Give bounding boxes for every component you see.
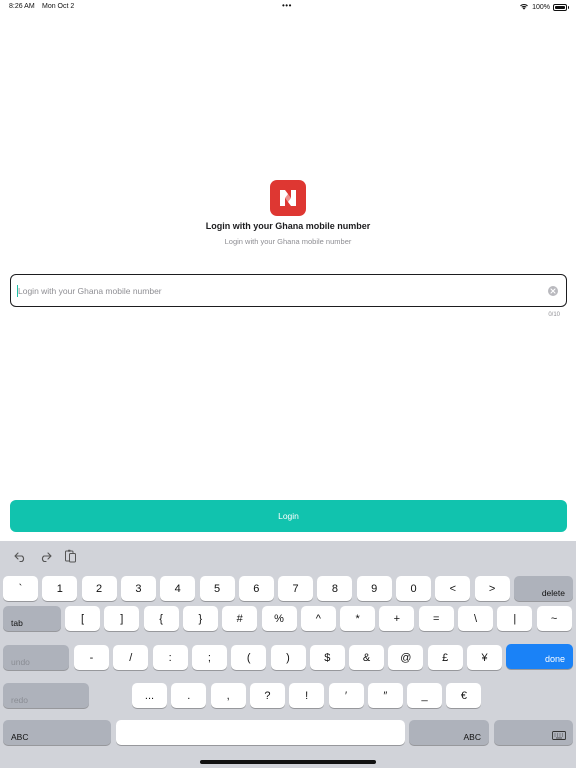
key-5-row1[interactable]: 5 [199,576,235,601]
key-0-row1[interactable]: ` [3,576,38,601]
key-10-row3[interactable]: ¥ [467,645,502,670]
status-right: 100% [519,2,569,12]
status-time: 8:26 AM [9,3,35,10]
redo-key[interactable]: redo [3,683,89,708]
key-2-row1[interactable]: 2 [81,576,117,601]
battery-percent: 100% [532,3,550,11]
home-indicator[interactable] [200,760,376,764]
key-5-row3[interactable]: ) [270,645,306,670]
key-12-row2[interactable]: ~ [536,606,572,631]
key-8-row2[interactable]: + [379,606,415,631]
key-11-row2[interactable]: | [497,606,533,631]
delete-key[interactable]: delete [514,576,573,601]
key-3-row1[interactable]: 3 [120,576,156,601]
key-1-row3[interactable]: / [113,645,149,670]
wifi-icon [519,2,529,12]
key-8-row4[interactable]: € [446,683,482,708]
character-count: 0/10 [548,312,560,318]
page-title: Login with your Ghana mobile number [205,221,371,231]
key-3-row4[interactable]: ? [249,683,285,708]
key-4-row4[interactable]: ! [289,683,325,708]
paste-icon[interactable] [63,549,77,563]
app-logo-icon [270,180,306,216]
clear-icon[interactable] [548,285,558,296]
key-10-row1[interactable]: 0 [396,576,431,601]
keyboard-toolbar [0,541,576,573]
redo-icon[interactable] [38,549,52,563]
key-2-row3[interactable]: : [152,645,188,670]
key-1-row4[interactable]: . [171,683,207,708]
key-9-row3[interactable]: £ [427,645,463,670]
abc-key-right[interactable]: ABC [409,720,489,745]
key-0-row3[interactable]: - [74,645,109,670]
multitasking-dots[interactable]: ••• [282,1,292,10]
login-button[interactable]: Login [10,500,567,532]
login-screen: 8:26 AM Mon Oct 2 ••• 100% Login with yo… [0,0,576,768]
key-1-row2[interactable]: ] [104,606,140,631]
phone-number-field[interactable] [10,274,567,307]
battery-level [555,5,565,9]
key-4-row1[interactable]: 4 [160,576,196,601]
on-screen-keyboard: ` 1 2 3 4 5 6 7 8 9 0 < > delete tab[]{} #% ^ * + = \ | ~ undo -… [0,541,576,768]
key-10-row2[interactable]: \ [458,606,493,631]
phone-number-input[interactable] [18,285,548,296]
done-key[interactable]: done [506,644,573,669]
key-9-row2[interactable]: = [418,606,454,631]
key-1-row1[interactable]: 1 [42,576,78,601]
battery-icon [553,3,569,11]
key-5-row2[interactable]: % [261,606,297,631]
key-9-row1[interactable]: 9 [356,576,392,601]
key-4-row2[interactable]: # [222,606,258,631]
space-key[interactable] [116,720,405,745]
key-5-row4[interactable]: ′ [328,683,364,708]
key-2-row4[interactable]: , [210,683,246,708]
undo-key[interactable]: undo [3,645,69,670]
key-0-row4[interactable]: ... [132,683,167,708]
key-7-row2[interactable]: * [340,606,376,631]
key-6-row3[interactable]: $ [309,645,345,670]
key-0-row2[interactable]: [ [65,606,100,631]
undo-icon[interactable] [13,549,27,563]
key-6-row1[interactable]: 6 [238,576,274,601]
key-6-row2[interactable]: ^ [300,606,336,631]
key-3-row2[interactable]: } [182,606,218,631]
key-8-row3[interactable]: @ [388,645,424,670]
key-7-row3[interactable]: & [349,645,385,670]
status-date: Mon Oct 2 [42,3,75,10]
key-4-row3[interactable]: ( [231,645,267,670]
page-subtitle: Login with your Ghana mobile number [224,237,352,246]
status-bar: 8:26 AM Mon Oct 2 ••• 100% [0,0,576,14]
key-7-row4[interactable]: _ [407,683,443,708]
tab-key[interactable]: tab [3,606,61,631]
key-12-row1[interactable]: > [474,576,510,601]
key-2-row2[interactable]: { [143,606,179,631]
keyboard-dismiss-icon[interactable] [494,720,573,745]
abc-key-left[interactable]: ABC [3,720,111,745]
key-3-row3[interactable]: ; [191,645,227,670]
key-7-row1[interactable]: 7 [278,576,314,601]
key-8-row1[interactable]: 8 [317,576,353,601]
key-6-row4[interactable]: ″ [367,683,403,708]
key-11-row1[interactable]: < [435,576,471,601]
